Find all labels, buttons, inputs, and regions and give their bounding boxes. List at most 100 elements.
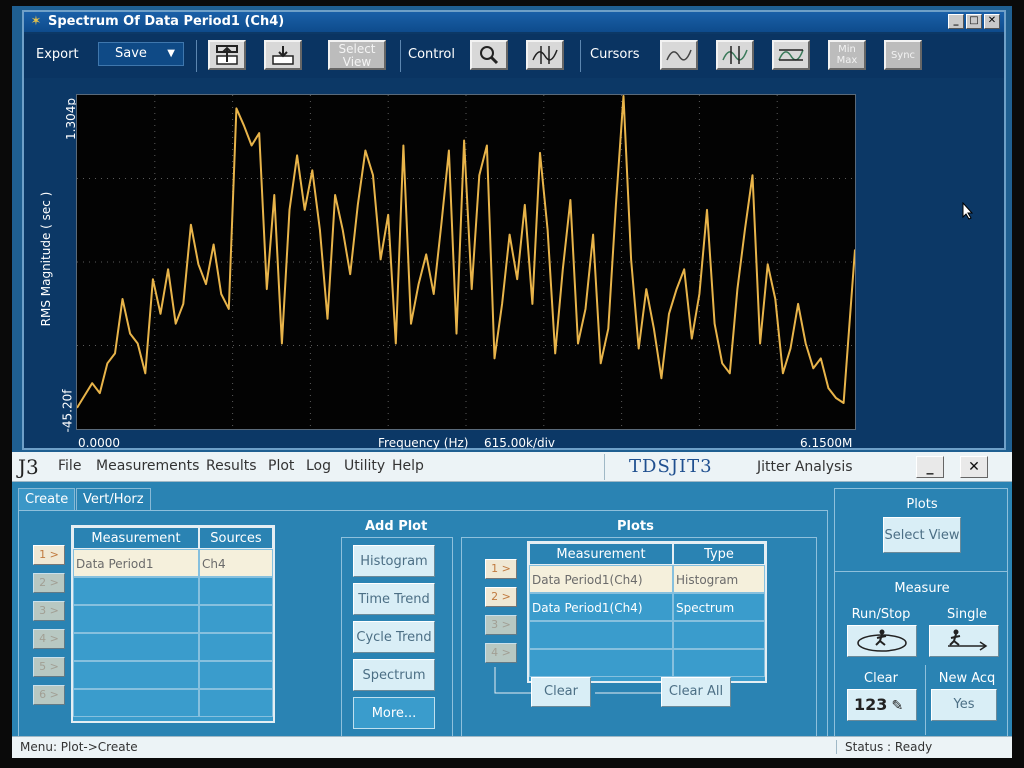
- right-plots-title: Plots: [906, 497, 938, 512]
- eraser-icon: ✎: [891, 698, 904, 714]
- measurement-table: Measurement Sources Data Period1 Ch4: [71, 525, 275, 723]
- measurement-cell[interactable]: [73, 689, 199, 717]
- more-button[interactable]: More...: [353, 697, 435, 729]
- right-panel-divider: [835, 571, 1007, 572]
- jitter-minimize-button[interactable]: _: [916, 456, 944, 478]
- run-stop-button[interactable]: [847, 625, 917, 657]
- menu-plot[interactable]: Plot: [268, 458, 294, 474]
- plot-measurement-cell[interactable]: Data Period1(Ch4): [529, 565, 673, 593]
- status-bar: Menu: Plot->Create Status : Ready: [12, 736, 1012, 758]
- save-dropdown[interactable]: Save ▼: [98, 42, 184, 66]
- brand-area: TDSJIT3 Jitter Analysis: [604, 454, 884, 480]
- measurement-cell[interactable]: [73, 577, 199, 605]
- clear-measurements-button[interactable]: 123 ✎: [847, 689, 917, 721]
- toolbar-divider: [196, 40, 197, 72]
- new-acq-label: New Acq: [938, 671, 996, 686]
- x-axis-caption: Frequency (Hz): [378, 436, 469, 450]
- plot-measurement-cell[interactable]: Data Period1(Ch4): [529, 593, 673, 621]
- tab-vert-horz-axis[interactable]: Vert/Horz Axis: [76, 488, 151, 529]
- plot-row-button[interactable]: 4 >: [485, 643, 517, 663]
- menu-file[interactable]: File: [58, 458, 81, 474]
- source-cell[interactable]: [199, 689, 273, 717]
- sync-button[interactable]: Sync: [884, 40, 922, 70]
- plot-measurement-cell[interactable]: [529, 621, 673, 649]
- menu-log[interactable]: Log: [306, 458, 331, 474]
- measurement-cell[interactable]: [73, 605, 199, 633]
- time-trend-button[interactable]: Time Trend: [353, 583, 435, 615]
- zoom-button[interactable]: [470, 40, 508, 70]
- measurement-row-button[interactable]: 6 >: [33, 685, 65, 705]
- minimize-button[interactable]: _: [948, 14, 964, 29]
- export-up-icon: [216, 45, 238, 65]
- import-down-icon: [272, 46, 294, 65]
- plot-type-cell[interactable]: [673, 621, 765, 649]
- horizontal-cursor-icon: [778, 49, 804, 61]
- new-acq-yes-button[interactable]: Yes: [931, 689, 997, 721]
- tab-create[interactable]: Create: [18, 488, 76, 510]
- export-label: Export: [36, 47, 79, 62]
- plot-row-button[interactable]: 2 >: [485, 587, 517, 607]
- measurement-cell[interactable]: [73, 661, 199, 689]
- vertical-cursor-icon: [722, 46, 748, 64]
- cursor-wave-button[interactable]: [660, 40, 698, 70]
- measurement-cell[interactable]: Data Period1: [73, 549, 199, 577]
- menu-results[interactable]: Results: [206, 458, 257, 474]
- select-view-button[interactable]: Select View: [328, 40, 386, 70]
- measure-title: Measure: [894, 581, 950, 596]
- spectrum-button[interactable]: Spectrum: [353, 659, 435, 691]
- source-cell[interactable]: [199, 661, 273, 689]
- spectrum-plot-area[interactable]: [76, 94, 856, 430]
- single-button[interactable]: [929, 625, 999, 657]
- plot-type-cell[interactable]: Histogram: [673, 565, 765, 593]
- plot-row-button[interactable]: 3 >: [485, 615, 517, 635]
- running-loop-icon: [857, 629, 907, 652]
- source-cell[interactable]: [199, 577, 273, 605]
- source-cell[interactable]: Ch4: [199, 549, 273, 577]
- spectrum-toolbar: Export Save ▼ Select View Control Cursor…: [24, 34, 1004, 78]
- plot-type-cell[interactable]: Spectrum: [673, 593, 765, 621]
- plot-row-button[interactable]: 1 >: [485, 559, 517, 579]
- pan-button[interactable]: [526, 40, 564, 70]
- add-plot-title: Add Plot: [365, 519, 428, 534]
- jitter-analysis-window: J3 File Measurements Results Plot Log Ut…: [12, 452, 1012, 758]
- single-label: Single: [947, 607, 987, 622]
- menu-measurements[interactable]: Measurements: [96, 458, 199, 474]
- cursors-label: Cursors: [590, 47, 640, 62]
- measurement-row-button[interactable]: 1 >: [33, 545, 65, 565]
- close-button[interactable]: ✕: [984, 14, 1000, 29]
- source-cell[interactable]: [199, 633, 273, 661]
- cycle-trend-button[interactable]: Cycle Trend: [353, 621, 435, 653]
- menu-utility[interactable]: Utility: [344, 458, 385, 474]
- spectrum-title-bar[interactable]: ✶ Spectrum Of Data Period1 (Ch4) _ □ ✕: [24, 12, 1004, 32]
- create-panel: 1 > 2 > 3 > 4 > 5 > 6 > Measurement Sources D…: [18, 510, 828, 740]
- measurement-row-button[interactable]: 2 >: [33, 573, 65, 593]
- export-up-button[interactable]: [208, 40, 246, 70]
- right-select-view-button[interactable]: Select View: [883, 517, 961, 553]
- min-max-button[interactable]: Min Max: [828, 40, 866, 70]
- sources-column-header: Sources: [199, 527, 273, 549]
- export-down-button[interactable]: [264, 40, 302, 70]
- plots-clear-button[interactable]: Clear: [531, 677, 591, 707]
- screen: ✶ Spectrum Of Data Period1 (Ch4) _ □ ✕ E…: [12, 6, 1012, 758]
- measurement-column-header: Measurement: [73, 527, 199, 549]
- menu-help[interactable]: Help: [392, 458, 424, 474]
- source-cell[interactable]: [199, 605, 273, 633]
- histogram-button[interactable]: Histogram: [353, 545, 435, 577]
- cursor-vertical-button[interactable]: [716, 40, 754, 70]
- plots-clear-all-button[interactable]: Clear All: [661, 677, 731, 707]
- measurement-row-button[interactable]: 4 >: [33, 629, 65, 649]
- maximize-button[interactable]: □: [966, 14, 982, 29]
- jitter-close-button[interactable]: ✕: [960, 456, 988, 478]
- measurement-cell[interactable]: [73, 633, 199, 661]
- caret-down-icon: ▼: [167, 48, 175, 59]
- x-min-label: 0.0000: [78, 436, 120, 450]
- brand-subtitle: Jitter Analysis: [757, 459, 853, 475]
- measurement-row-button[interactable]: 5 >: [33, 657, 65, 677]
- mouse-pointer-icon: [962, 202, 974, 220]
- plot-type-column-header: Type: [673, 543, 765, 565]
- measurement-row-button[interactable]: 3 >: [33, 601, 65, 621]
- cursor-horizontal-button[interactable]: [772, 40, 810, 70]
- app-logo-icon: ✶: [30, 14, 42, 29]
- run-stop-label: Run/Stop: [851, 607, 911, 622]
- spectrum-plot: [77, 95, 855, 429]
